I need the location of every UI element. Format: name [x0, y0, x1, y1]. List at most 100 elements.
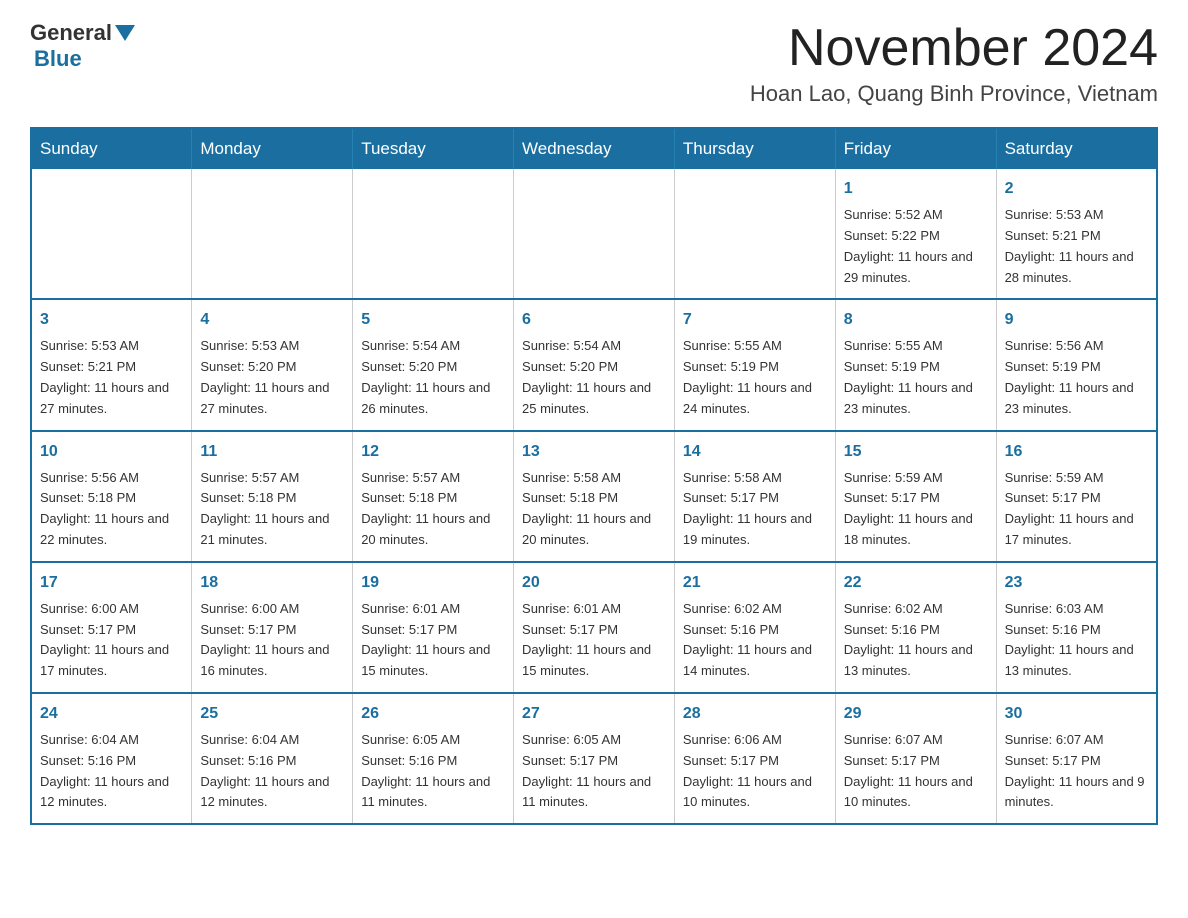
- day-number: 14: [683, 440, 827, 464]
- calendar-cell: [514, 169, 675, 299]
- day-number: 22: [844, 571, 988, 595]
- calendar-week-row: 17Sunrise: 6:00 AM Sunset: 5:17 PM Dayli…: [31, 562, 1157, 693]
- calendar-week-row: 24 Sunrise: 6:04 AM Sunset: 5:16 PM Dayli…: [31, 693, 1157, 824]
- calendar-cell: 24 Sunrise: 6:04 AM Sunset: 5:16 PM Dayli…: [31, 693, 192, 824]
- logo: General Blue: [30, 20, 135, 72]
- day-info: Sunrise: 6:01 AM Sunset: 5:17 PM Dayligh…: [361, 599, 505, 682]
- day-number: 11: [200, 440, 344, 464]
- day-info: Sunrise: 5:52 AM Sunset: 5:22 PM Dayligh…: [844, 205, 988, 288]
- day-info: Sunrise: 5:54 AM Sunset: 5:20 PM Dayligh…: [361, 336, 505, 419]
- day-info: Sunrise: 5:59 AM Sunset: 5:17 PM Dayligh…: [844, 468, 988, 551]
- day-info: Sunrise: 5:53 AM Sunset: 5:21 PM Dayligh…: [1005, 205, 1148, 288]
- day-info: Sunrise: 5:56 AM Sunset: 5:19 PM Dayligh…: [1005, 336, 1148, 419]
- day-number: 25: [200, 702, 344, 726]
- calendar-header-saturday: Saturday: [996, 128, 1157, 169]
- calendar-header-sunday: Sunday: [31, 128, 192, 169]
- logo-general-text: General: [30, 20, 112, 46]
- day-number: 24: [40, 702, 183, 726]
- logo-arrow-icon: [115, 25, 135, 41]
- day-number: 15: [844, 440, 988, 464]
- day-number: 16: [1005, 440, 1148, 464]
- logo-blue-text: Blue: [34, 46, 82, 71]
- day-info: Sunrise: 5:59 AM Sunset: 5:17 PM Dayligh…: [1005, 468, 1148, 551]
- day-info: Sunrise: 5:55 AM Sunset: 5:19 PM Dayligh…: [844, 336, 988, 419]
- day-info: Sunrise: 5:53 AM Sunset: 5:21 PM Dayligh…: [40, 336, 183, 419]
- calendar-cell: 12 Sunrise: 5:57 AM Sunset: 5:18 PM Dayli…: [353, 431, 514, 562]
- calendar-cell: 15 Sunrise: 5:59 AM Sunset: 5:17 PM Dayli…: [835, 431, 996, 562]
- day-info: Sunrise: 6:06 AM Sunset: 5:17 PM Dayligh…: [683, 730, 827, 813]
- day-info: Sunrise: 6:02 AM Sunset: 5:16 PM Dayligh…: [683, 599, 827, 682]
- calendar-cell: 5 Sunrise: 5:54 AM Sunset: 5:20 PM Daylig…: [353, 299, 514, 430]
- calendar-cell: 16 Sunrise: 5:59 AM Sunset: 5:17 PM Dayli…: [996, 431, 1157, 562]
- calendar-cell: 27 Sunrise: 6:05 AM Sunset: 5:17 PM Dayli…: [514, 693, 675, 824]
- day-number: 5: [361, 308, 505, 332]
- day-number: 29: [844, 702, 988, 726]
- calendar-cell: [192, 169, 353, 299]
- calendar-cell: 11 Sunrise: 5:57 AM Sunset: 5:18 PM Dayli…: [192, 431, 353, 562]
- calendar-cell: 2 Sunrise: 5:53 AM Sunset: 5:21 PM Daylig…: [996, 169, 1157, 299]
- day-number: 12: [361, 440, 505, 464]
- day-number: 27: [522, 702, 666, 726]
- calendar-cell: 17Sunrise: 6:00 AM Sunset: 5:17 PM Dayli…: [31, 562, 192, 693]
- calendar-cell: [674, 169, 835, 299]
- day-info: Sunrise: 5:58 AM Sunset: 5:17 PM Dayligh…: [683, 468, 827, 551]
- day-info: Sunrise: 6:05 AM Sunset: 5:17 PM Dayligh…: [522, 730, 666, 813]
- day-info: Sunrise: 5:53 AM Sunset: 5:20 PM Dayligh…: [200, 336, 344, 419]
- day-number: 19: [361, 571, 505, 595]
- day-info: Sunrise: 6:03 AM Sunset: 5:16 PM Dayligh…: [1005, 599, 1148, 682]
- calendar-week-row: 1 Sunrise: 5:52 AM Sunset: 5:22 PM Daylig…: [31, 169, 1157, 299]
- calendar-cell: [31, 169, 192, 299]
- calendar-header-tuesday: Tuesday: [353, 128, 514, 169]
- day-number: 2: [1005, 177, 1148, 201]
- day-number: 20: [522, 571, 666, 595]
- calendar-cell: 22 Sunrise: 6:02 AM Sunset: 5:16 PM Dayli…: [835, 562, 996, 693]
- calendar-header-monday: Monday: [192, 128, 353, 169]
- calendar-cell: 8Sunrise: 5:55 AM Sunset: 5:19 PM Daylig…: [835, 299, 996, 430]
- calendar-cell: [353, 169, 514, 299]
- calendar-cell: 21Sunrise: 6:02 AM Sunset: 5:16 PM Dayli…: [674, 562, 835, 693]
- calendar-cell: 20 Sunrise: 6:01 AM Sunset: 5:17 PM Dayli…: [514, 562, 675, 693]
- calendar-cell: 30 Sunrise: 6:07 AM Sunset: 5:17 PM Dayli…: [996, 693, 1157, 824]
- day-info: Sunrise: 5:56 AM Sunset: 5:18 PM Dayligh…: [40, 468, 183, 551]
- calendar-header-row: SundayMondayTuesdayWednesdayThursdayFrid…: [31, 128, 1157, 169]
- day-info: Sunrise: 5:57 AM Sunset: 5:18 PM Dayligh…: [200, 468, 344, 551]
- month-title: November 2024: [750, 20, 1158, 77]
- calendar-week-row: 3Sunrise: 5:53 AM Sunset: 5:21 PM Daylig…: [31, 299, 1157, 430]
- calendar-table: SundayMondayTuesdayWednesdayThursdayFrid…: [30, 127, 1158, 825]
- page-header: General Blue November 2024 Hoan Lao, Qua…: [30, 20, 1158, 107]
- calendar-cell: 23 Sunrise: 6:03 AM Sunset: 5:16 PM Dayli…: [996, 562, 1157, 693]
- calendar-cell: 18Sunrise: 6:00 AM Sunset: 5:17 PM Dayli…: [192, 562, 353, 693]
- day-info: Sunrise: 6:00 AM Sunset: 5:17 PM Dayligh…: [40, 599, 183, 682]
- day-info: Sunrise: 5:54 AM Sunset: 5:20 PM Dayligh…: [522, 336, 666, 419]
- location-subtitle: Hoan Lao, Quang Binh Province, Vietnam: [750, 81, 1158, 107]
- calendar-cell: 26Sunrise: 6:05 AM Sunset: 5:16 PM Dayli…: [353, 693, 514, 824]
- calendar-cell: 7Sunrise: 5:55 AM Sunset: 5:19 PM Daylig…: [674, 299, 835, 430]
- day-number: 23: [1005, 571, 1148, 595]
- day-info: Sunrise: 6:01 AM Sunset: 5:17 PM Dayligh…: [522, 599, 666, 682]
- day-info: Sunrise: 5:57 AM Sunset: 5:18 PM Dayligh…: [361, 468, 505, 551]
- day-number: 1: [844, 177, 988, 201]
- calendar-cell: 13 Sunrise: 5:58 AM Sunset: 5:18 PM Dayli…: [514, 431, 675, 562]
- day-info: Sunrise: 5:58 AM Sunset: 5:18 PM Dayligh…: [522, 468, 666, 551]
- day-number: 4: [200, 308, 344, 332]
- day-info: Sunrise: 6:07 AM Sunset: 5:17 PM Dayligh…: [1005, 730, 1148, 813]
- calendar-cell: 10 Sunrise: 5:56 AM Sunset: 5:18 PM Dayli…: [31, 431, 192, 562]
- calendar-cell: 19 Sunrise: 6:01 AM Sunset: 5:17 PM Dayli…: [353, 562, 514, 693]
- day-number: 30: [1005, 702, 1148, 726]
- day-number: 13: [522, 440, 666, 464]
- calendar-cell: 3Sunrise: 5:53 AM Sunset: 5:21 PM Daylig…: [31, 299, 192, 430]
- day-number: 9: [1005, 308, 1148, 332]
- day-number: 18: [200, 571, 344, 595]
- calendar-cell: 14 Sunrise: 5:58 AM Sunset: 5:17 PM Dayli…: [674, 431, 835, 562]
- calendar-header-thursday: Thursday: [674, 128, 835, 169]
- day-info: Sunrise: 6:05 AM Sunset: 5:16 PM Dayligh…: [361, 730, 505, 813]
- calendar-cell: 28 Sunrise: 6:06 AM Sunset: 5:17 PM Dayli…: [674, 693, 835, 824]
- calendar-cell: 9 Sunrise: 5:56 AM Sunset: 5:19 PM Daylig…: [996, 299, 1157, 430]
- day-info: Sunrise: 6:02 AM Sunset: 5:16 PM Dayligh…: [844, 599, 988, 682]
- calendar-week-row: 10 Sunrise: 5:56 AM Sunset: 5:18 PM Dayli…: [31, 431, 1157, 562]
- calendar-cell: 4 Sunrise: 5:53 AM Sunset: 5:20 PM Daylig…: [192, 299, 353, 430]
- day-info: Sunrise: 6:04 AM Sunset: 5:16 PM Dayligh…: [40, 730, 183, 813]
- day-number: 10: [40, 440, 183, 464]
- header-title-block: November 2024 Hoan Lao, Quang Binh Provi…: [750, 20, 1158, 107]
- day-number: 28: [683, 702, 827, 726]
